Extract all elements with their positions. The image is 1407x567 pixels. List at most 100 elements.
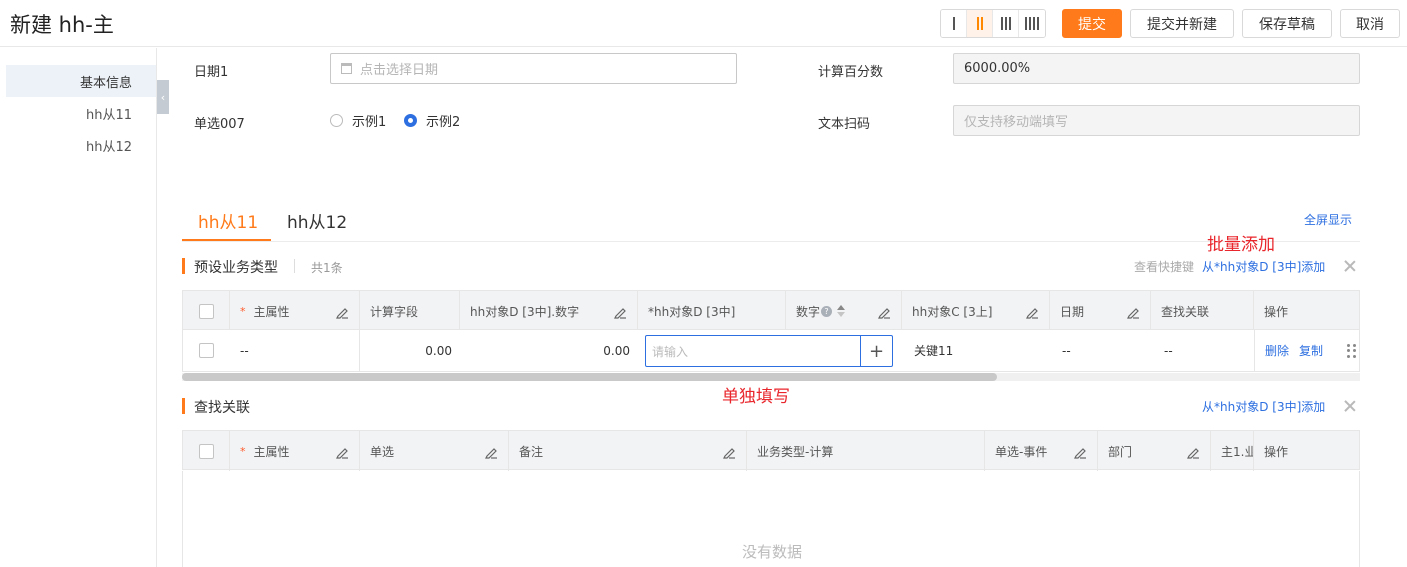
col-d-object: *hh对象D [3中]: [638, 291, 786, 331]
help-question-icon[interactable]: ?: [821, 305, 833, 317]
cancel-button[interactable]: 取消: [1340, 9, 1400, 38]
save-draft-button[interactable]: 保存草稿: [1242, 9, 1332, 38]
chevron-left-icon[interactable]: ‹: [157, 80, 169, 114]
section1-close-icon[interactable]: [1343, 259, 1357, 273]
date-placeholder: 点击选择日期: [360, 63, 439, 78]
required-asterisk: *: [240, 444, 246, 458]
submit-button[interactable]: 提交: [1062, 9, 1122, 38]
layout-2-column-button[interactable]: [967, 10, 993, 37]
radio-option-2[interactable]: 示例2: [404, 111, 460, 130]
delete-row-link[interactable]: 删除: [1265, 342, 1289, 359]
col-c-object: hh对象C [3上]: [902, 291, 1050, 331]
col-department-label: 部门: [1108, 444, 1133, 459]
tab-divider: [182, 241, 1360, 242]
col-main-attr: * 主属性: [230, 431, 360, 471]
column-layout-switcher: [940, 9, 1046, 38]
edit-pencil-icon[interactable]: [1073, 445, 1087, 459]
add-plus-icon[interactable]: +: [860, 336, 892, 366]
section2-title: 查找关联: [194, 400, 250, 416]
edit-pencil-icon[interactable]: [1025, 305, 1039, 319]
edit-pencil-icon[interactable]: [335, 305, 349, 319]
required-asterisk: *: [240, 304, 246, 318]
table-row: -- 0.00 0.00 请输入 + 关键11 -- -- 删除 复制: [182, 330, 1360, 372]
select-all-checkbox[interactable]: [198, 443, 214, 459]
col-single-select-label: 单选: [370, 444, 395, 459]
section2-table-body: 没有数据: [182, 471, 1360, 567]
cell-date[interactable]: --: [1052, 330, 1151, 371]
edit-pencil-icon[interactable]: [877, 305, 891, 319]
date-picker-input[interactable]: 点击选择日期: [330, 53, 737, 84]
fullscreen-link[interactable]: 全屏显示: [1304, 211, 1352, 228]
batch-add-annotation: 批量添加: [1207, 235, 1275, 255]
section1-add-from-link[interactable]: 从*hh对象D [3中]添加: [1202, 258, 1325, 275]
percent-label: 计算百分数: [818, 65, 884, 80]
layout-1-column-button[interactable]: [941, 10, 967, 37]
d-object-input[interactable]: 请输入 +: [645, 335, 893, 367]
cell-calc-field: 0.00: [425, 343, 452, 358]
edit-pencil-icon[interactable]: [484, 445, 498, 459]
col-remark-label: 备注: [519, 444, 544, 459]
row-select-cell: [183, 330, 230, 371]
single-fill-annotation: 单独填写: [722, 387, 790, 407]
section1-table-header: * 主属性 计算字段 hh对象D [3中].数字 *hh对象D [3中] 数字 …: [182, 290, 1360, 331]
page-title: 新建 hh-主: [10, 13, 114, 37]
col-number: 数字 ?: [786, 291, 902, 331]
drag-handle-icon[interactable]: [1347, 344, 1357, 358]
date-label: 日期1: [194, 65, 229, 80]
d-object-placeholder: 请输入: [652, 344, 689, 359]
col-d-number-label: hh对象D [3中].数字: [470, 304, 580, 319]
col-main-attr-label: 主属性: [253, 444, 290, 459]
percent-field: 6000.00%: [953, 53, 1360, 84]
col-actions-label: 操作: [1264, 304, 1289, 319]
col-date: 日期: [1050, 291, 1151, 331]
section2-add-from-link[interactable]: 从*hh对象D [3中]添加: [1202, 398, 1325, 415]
col-main1: 主1.业: [1211, 431, 1254, 471]
copy-row-link[interactable]: 复制: [1299, 342, 1323, 359]
select-all-checkbox[interactable]: [198, 303, 214, 319]
nav-item-basic-info[interactable]: 基本信息: [6, 65, 156, 97]
submit-and-new-button[interactable]: 提交并新建: [1130, 9, 1234, 38]
col-select-event: 单选-事件: [985, 431, 1098, 471]
edit-pencil-icon[interactable]: [613, 305, 627, 319]
section1-count: 共1条: [311, 261, 343, 275]
col-calc-field: 计算字段: [360, 291, 460, 331]
tab-hh11[interactable]: hh从11: [198, 208, 258, 233]
edit-pencil-icon[interactable]: [1186, 445, 1200, 459]
tab-hh12[interactable]: hh从12: [287, 208, 347, 233]
edit-pencil-icon[interactable]: [722, 445, 736, 459]
radio-label: 单选007: [194, 117, 245, 132]
col-lookup: 查找关联: [1151, 291, 1254, 331]
section1-title: 预设业务类型: [194, 260, 278, 276]
nav-item-hh12[interactable]: hh从12: [6, 129, 156, 161]
section1-separator: [294, 259, 295, 273]
col-lookup-label: 查找关联: [1161, 304, 1210, 319]
cell-lookup[interactable]: --: [1154, 330, 1254, 371]
col-actions: 操作: [1254, 291, 1359, 331]
row-checkbox[interactable]: [199, 343, 214, 358]
page-header: 新建 hh-主 提交 提交并新建 保存草稿 取消: [0, 0, 1407, 47]
scrollbar-thumb[interactable]: [182, 373, 997, 381]
col-main1-label: 主1.业: [1221, 444, 1254, 459]
calendar-icon: [341, 63, 352, 74]
nav-item-hh11[interactable]: hh从11: [6, 97, 156, 129]
edit-pencil-icon[interactable]: [1126, 305, 1140, 319]
col-number-label: 数字: [796, 304, 821, 319]
sort-icon[interactable]: [837, 305, 846, 317]
cell-c-object[interactable]: 关键11: [904, 330, 1050, 371]
layout-3-column-button[interactable]: [993, 10, 1019, 37]
col-department: 部门: [1098, 431, 1211, 471]
section2-close-icon[interactable]: [1343, 399, 1357, 413]
empty-state-text: 没有数据: [741, 543, 802, 561]
cell-main-attr[interactable]: --: [230, 330, 360, 371]
section-nav: 基本信息 hh从11 hh从12: [0, 48, 157, 567]
cell-actions: 删除 复制: [1254, 330, 1359, 371]
col-actions-label: 操作: [1264, 444, 1289, 459]
layout-4-column-button[interactable]: [1019, 10, 1045, 37]
col-remark: 备注: [509, 431, 747, 471]
shortcut-link[interactable]: 查看快捷键: [1134, 258, 1194, 275]
radio-option-1[interactable]: 示例1: [330, 111, 386, 130]
col-actions: 操作: [1254, 431, 1359, 471]
horizontal-scrollbar[interactable]: [182, 373, 1360, 381]
col-calc-field-label: 计算字段: [370, 304, 419, 319]
edit-pencil-icon[interactable]: [335, 445, 349, 459]
